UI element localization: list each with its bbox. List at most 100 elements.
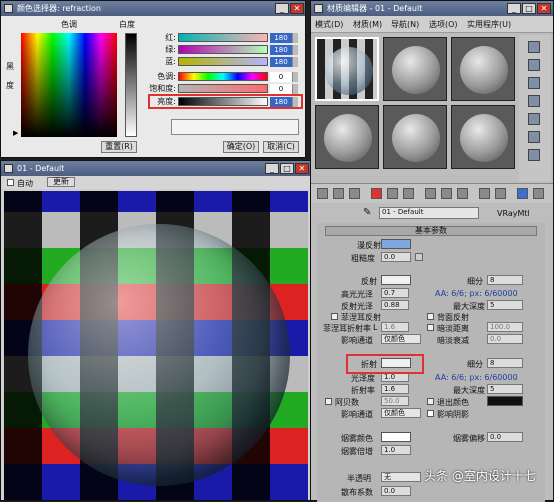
eyedropper-icon[interactable]: ✎ xyxy=(363,207,371,218)
affect-channels2-dropdown[interactable]: 仅颜色 xyxy=(381,408,421,418)
reflect-swatch[interactable] xyxy=(381,275,411,285)
green-slider[interactable] xyxy=(178,45,268,54)
red-value[interactable]: 180 xyxy=(270,33,292,43)
backlight-icon[interactable] xyxy=(528,59,540,71)
material-slot-6[interactable] xyxy=(451,105,515,169)
dim-falloff-field[interactable]: 0.0 xyxy=(487,334,523,344)
saturation-spinner[interactable] xyxy=(292,84,298,94)
red-slider[interactable] xyxy=(178,33,268,42)
scatter-field[interactable]: 0.0 xyxy=(381,486,411,496)
hue-value[interactable]: 0 xyxy=(270,72,292,82)
assign-to-selection-icon[interactable] xyxy=(349,188,360,199)
color-picker-title: 颜色选择器: refraction xyxy=(17,4,102,13)
green-value[interactable]: 180 xyxy=(270,45,292,55)
saturation-value[interactable]: 0 xyxy=(270,84,292,94)
menu-material[interactable]: 材质(M) xyxy=(353,19,382,30)
ior-field[interactable]: 1.6 xyxy=(381,384,409,394)
put-to-scene-icon[interactable] xyxy=(333,188,344,199)
close-icon[interactable]: ✕ xyxy=(290,3,304,14)
minimize-button[interactable]: _ xyxy=(275,3,289,14)
exit-color-label: 退出颜色 xyxy=(437,398,469,407)
close-icon[interactable]: ✕ xyxy=(295,163,309,174)
cancel-button[interactable]: 取消(C) xyxy=(263,141,299,153)
sample-title: 01 - Default xyxy=(17,164,65,173)
affect-channels-dropdown[interactable]: 仅颜色 xyxy=(381,334,421,344)
material-type-button[interactable]: VRayMtl xyxy=(497,209,530,218)
menu-mode[interactable]: 模式(D) xyxy=(315,19,343,30)
ok-button[interactable]: 确定(O) xyxy=(223,141,259,153)
fog-bias-field[interactable]: 0.0 xyxy=(487,432,523,442)
go-to-parent-icon[interactable] xyxy=(479,188,490,199)
max-depth-field[interactable]: 5 xyxy=(487,300,523,310)
exit-color-checkbox[interactable] xyxy=(427,398,434,405)
blue-spinner[interactable] xyxy=(292,57,298,67)
subdivs-field[interactable]: 8 xyxy=(487,275,523,285)
exit-color-swatch[interactable] xyxy=(487,396,523,406)
material-slot-1[interactable] xyxy=(315,37,379,101)
hue-spectrum[interactable] xyxy=(21,33,117,137)
blue-slider[interactable] xyxy=(178,57,268,66)
get-material-icon[interactable] xyxy=(317,188,328,199)
fog-color-swatch[interactable] xyxy=(381,432,411,442)
hilight-gloss-field[interactable]: 0.7 xyxy=(381,288,409,298)
make-unique-icon[interactable] xyxy=(387,188,398,199)
material-slot-3[interactable] xyxy=(451,37,515,101)
menu-navigation[interactable]: 导航(N) xyxy=(391,19,419,30)
close-icon[interactable]: ✕ xyxy=(537,3,551,14)
max-depth2-field[interactable]: 5 xyxy=(487,384,523,394)
background-icon[interactable] xyxy=(528,77,540,89)
material-slot-5[interactable] xyxy=(383,105,447,169)
hue-marker-icon[interactable]: ▶ xyxy=(13,129,18,137)
roughness-map-button[interactable] xyxy=(415,253,423,261)
dim-distance-field[interactable]: 100.0 xyxy=(487,322,523,332)
put-to-library-icon[interactable] xyxy=(403,188,414,199)
reset-button[interactable]: 重置(R) xyxy=(101,141,137,153)
sample-type-icon[interactable] xyxy=(528,41,540,53)
saturation-slider[interactable] xyxy=(178,84,268,93)
whiteness-slider[interactable] xyxy=(125,33,137,137)
translucency-dropdown[interactable]: 无 xyxy=(381,472,421,482)
fog-multiplier-field[interactable]: 1.0 xyxy=(381,445,411,455)
abbe-field[interactable]: 50.0 xyxy=(381,396,409,406)
green-spinner[interactable] xyxy=(292,45,298,55)
hue-spinner[interactable] xyxy=(292,72,298,82)
make-preview-icon[interactable] xyxy=(528,131,540,143)
select-by-material-icon[interactable] xyxy=(517,188,528,199)
auto-checkbox[interactable] xyxy=(7,179,14,186)
fresnel-ior-field[interactable]: 1.6 xyxy=(381,322,409,332)
material-slot-2[interactable] xyxy=(383,37,447,101)
menu-utilities[interactable]: 实用程序(U) xyxy=(467,19,511,30)
material-slot-4[interactable] xyxy=(315,105,379,169)
affect-shadows-checkbox[interactable] xyxy=(427,410,434,417)
refl-gloss-field[interactable]: 0.88 xyxy=(381,300,409,310)
basic-parameters-rollout[interactable]: 基本参数 xyxy=(325,226,537,236)
fresnel-checkbox[interactable] xyxy=(331,313,338,320)
uv-tiling-icon[interactable] xyxy=(528,95,540,107)
hue-slider[interactable] xyxy=(178,72,268,81)
back-reflect-checkbox[interactable] xyxy=(427,313,434,320)
roughness-field[interactable]: 0.0 xyxy=(381,252,411,262)
blue-value[interactable]: 180 xyxy=(270,57,292,67)
material-id-icon[interactable] xyxy=(425,188,436,199)
minimize-button[interactable]: _ xyxy=(507,3,521,14)
reset-map-icon[interactable] xyxy=(371,188,382,199)
roughness-label: 粗糙度 xyxy=(351,254,375,263)
subdivs2-field[interactable]: 8 xyxy=(487,358,523,368)
fresnel-ior-lock[interactable]: L xyxy=(373,323,377,332)
abbe-checkbox[interactable] xyxy=(325,398,332,405)
show-end-result-icon[interactable] xyxy=(457,188,468,199)
dim-distance-checkbox[interactable] xyxy=(427,324,434,331)
material-name-field[interactable]: 01 - Default xyxy=(379,207,479,219)
show-in-viewport-icon[interactable] xyxy=(441,188,452,199)
video-color-icon[interactable] xyxy=(528,113,540,125)
red-spinner[interactable] xyxy=(292,33,298,43)
options-icon[interactable] xyxy=(528,149,540,161)
maximize-button[interactable]: □ xyxy=(280,163,294,174)
diffuse-swatch[interactable] xyxy=(381,239,411,249)
go-forward-icon[interactable] xyxy=(495,188,506,199)
menu-options[interactable]: 选项(O) xyxy=(429,19,458,30)
update-button[interactable]: 更新 xyxy=(47,177,75,187)
maximize-button[interactable]: □ xyxy=(522,3,536,14)
material-navigator-icon[interactable] xyxy=(533,188,544,199)
minimize-button[interactable]: _ xyxy=(265,163,279,174)
